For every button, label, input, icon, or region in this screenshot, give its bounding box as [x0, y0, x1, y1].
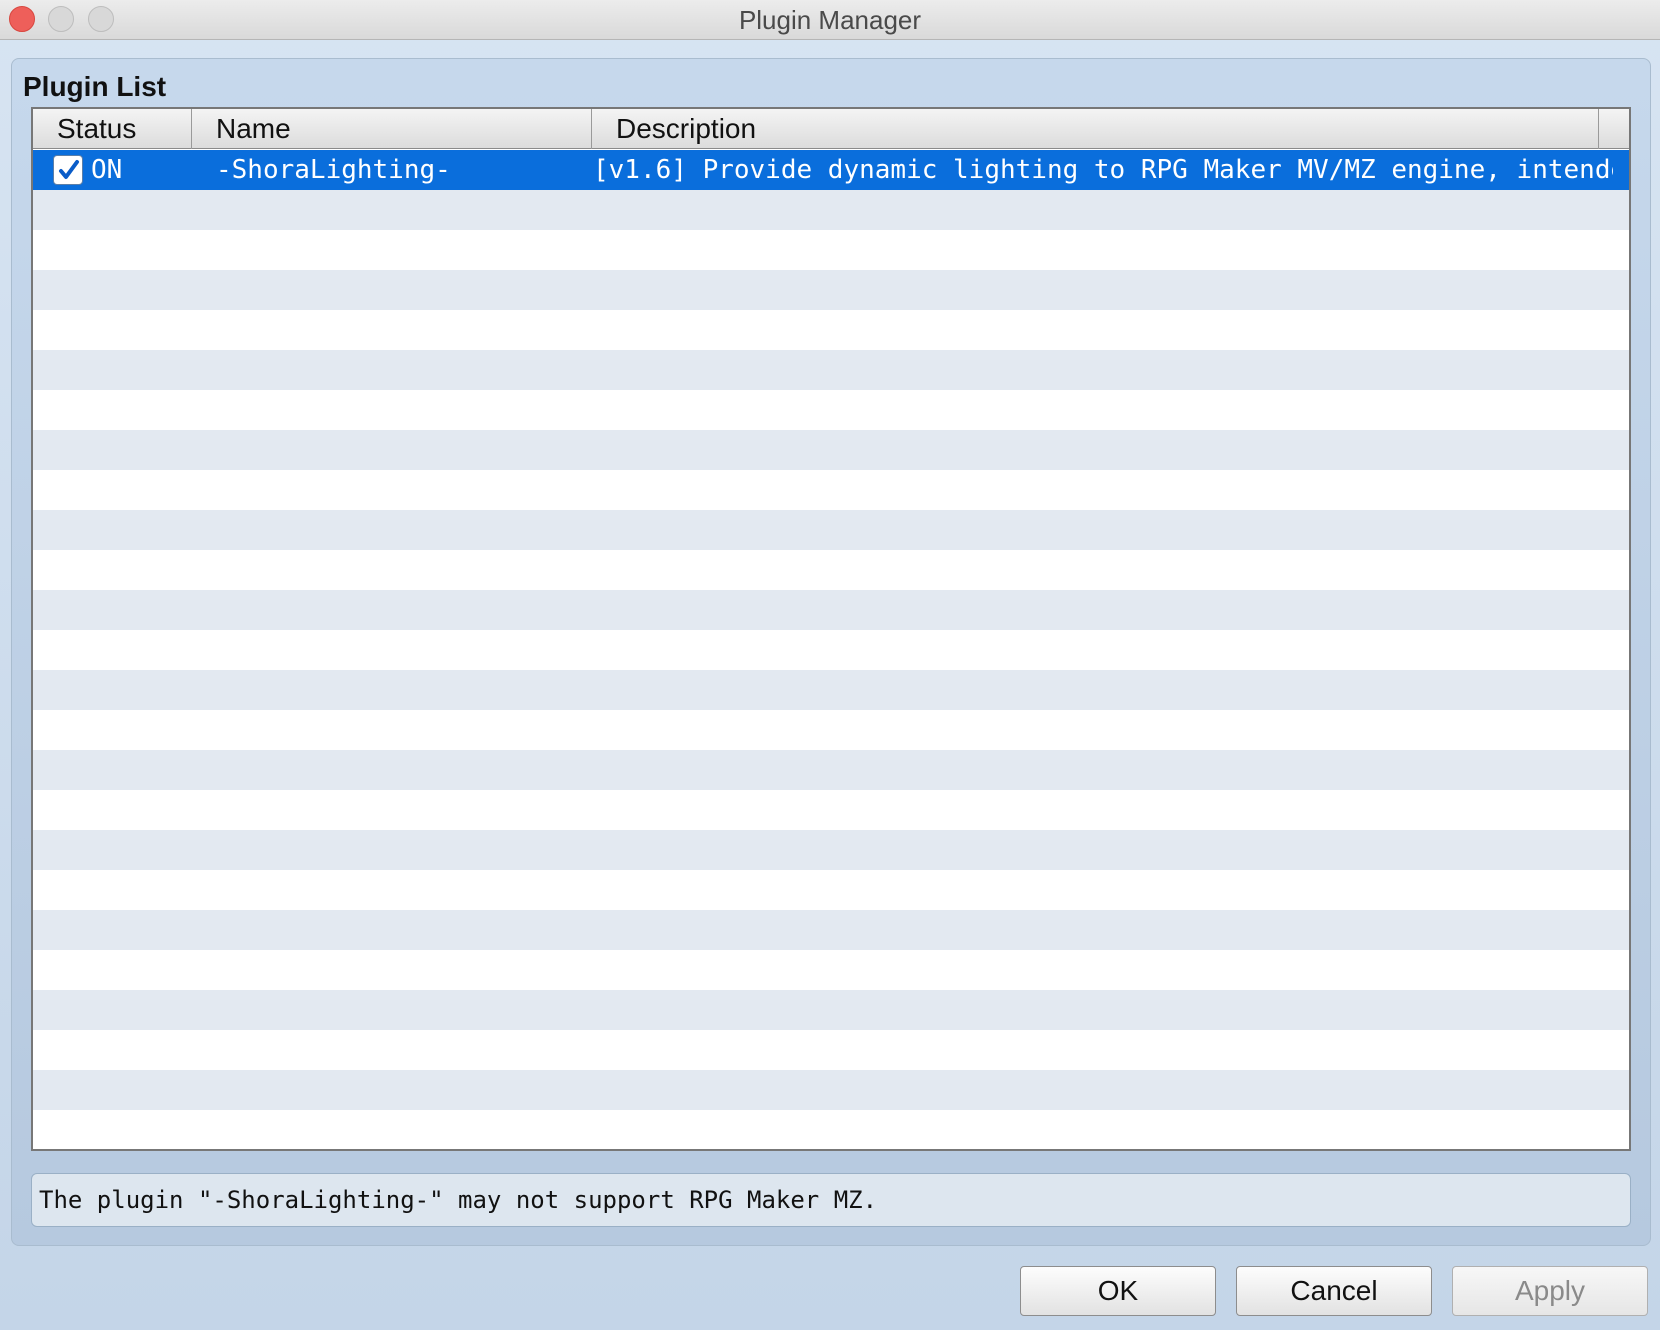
empty-table-row[interactable]: [33, 710, 1629, 750]
window-title: Plugin Manager: [738, 5, 922, 35]
empty-table-row[interactable]: [33, 830, 1629, 870]
table-body[interactable]: ON -ShoraLighting- [v1.6] Provide dynami…: [33, 150, 1629, 1151]
plugin-list-title: Plugin List: [23, 71, 167, 102]
plugin-enabled-checkbox[interactable]: [53, 155, 83, 185]
title-bar: Plugin Manager: [0, 0, 1660, 40]
help-message: The plugin "-ShoraLighting-" may not sup…: [31, 1173, 1631, 1227]
empty-table-row[interactable]: [33, 910, 1629, 950]
empty-table-row[interactable]: [33, 1150, 1629, 1151]
empty-table-row[interactable]: [33, 870, 1629, 910]
empty-table-row[interactable]: [33, 470, 1629, 510]
empty-table-row[interactable]: [33, 1030, 1629, 1070]
plugin-description: [v1.6] Provide dynamic lighting to RPG M…: [593, 155, 1613, 185]
plugin-table[interactable]: Status Name Description ON -ShoraLightin…: [31, 107, 1631, 1151]
apply-button[interactable]: Apply: [1452, 1266, 1648, 1316]
empty-table-row[interactable]: [33, 390, 1629, 430]
empty-table-row[interactable]: [33, 1110, 1629, 1149]
column-header-filler: [1599, 109, 1629, 149]
empty-table-row[interactable]: [33, 790, 1629, 830]
empty-table-row[interactable]: [33, 270, 1629, 310]
empty-table-row[interactable]: [33, 750, 1629, 790]
cancel-button[interactable]: Cancel: [1236, 1266, 1432, 1316]
checkmark-icon: [59, 160, 79, 179]
column-header-description[interactable]: Description: [592, 109, 1599, 149]
plugin-name: -ShoraLighting-: [216, 155, 451, 185]
empty-table-row[interactable]: [33, 430, 1629, 470]
empty-table-row[interactable]: [33, 190, 1629, 230]
plugin-status: ON: [91, 155, 123, 185]
empty-table-row[interactable]: [33, 670, 1629, 710]
table-header: Status Name Description: [33, 109, 1629, 149]
empty-table-row[interactable]: [33, 510, 1629, 550]
empty-table-row[interactable]: [33, 950, 1629, 990]
empty-table-row[interactable]: [33, 990, 1629, 1030]
empty-table-row[interactable]: [33, 630, 1629, 670]
ok-button[interactable]: OK: [1020, 1266, 1216, 1316]
empty-table-row[interactable]: [33, 350, 1629, 390]
empty-table-row[interactable]: [33, 1070, 1629, 1110]
plugin-list-group: Plugin List Status Name Description ON -…: [11, 58, 1651, 1246]
plugin-manager-window: Plugin Manager Plugin List Status Name D…: [0, 0, 1660, 1330]
empty-table-row[interactable]: [33, 590, 1629, 630]
empty-table-row[interactable]: [33, 230, 1629, 270]
empty-table-row[interactable]: [33, 310, 1629, 350]
column-header-name[interactable]: Name: [192, 109, 592, 149]
table-row[interactable]: ON -ShoraLighting- [v1.6] Provide dynami…: [33, 150, 1629, 190]
empty-table-row[interactable]: [33, 550, 1629, 590]
column-header-status[interactable]: Status: [33, 109, 192, 149]
